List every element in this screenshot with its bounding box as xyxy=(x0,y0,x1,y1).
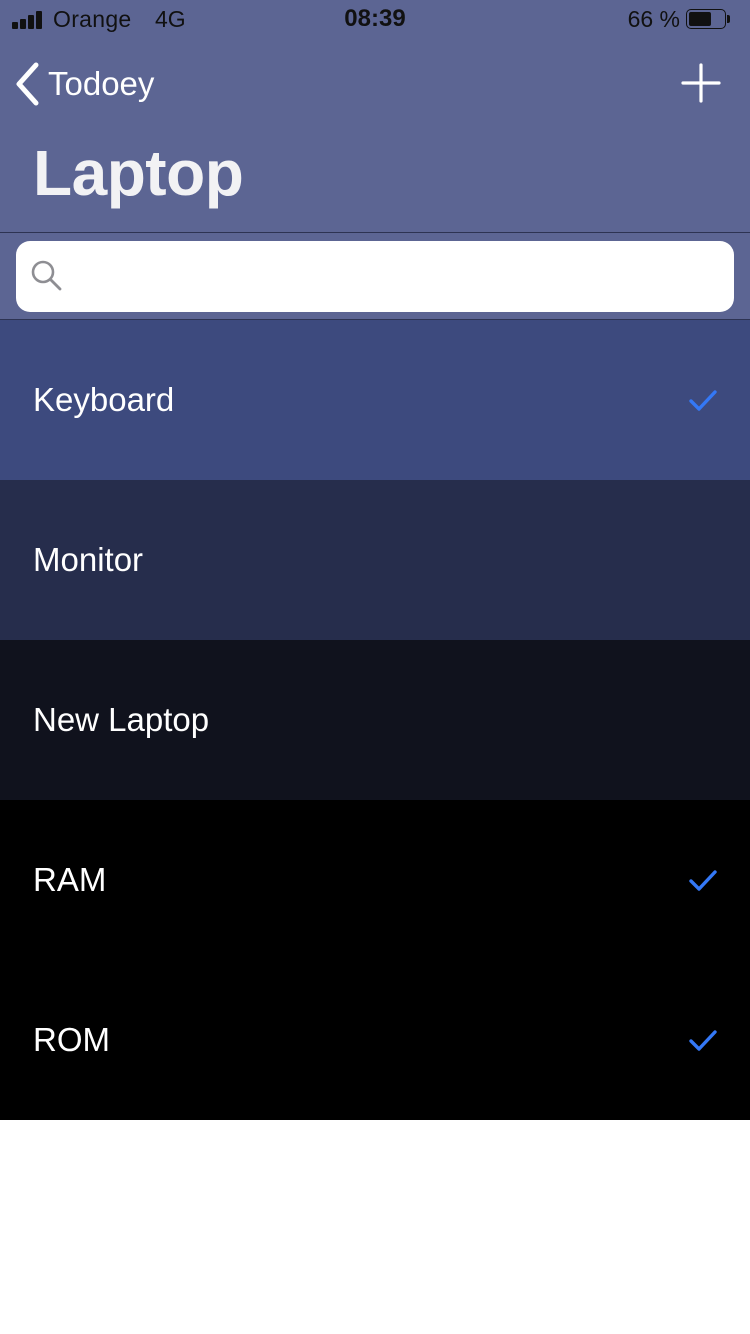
chevron-left-icon xyxy=(16,62,39,106)
page-title: Laptop xyxy=(33,137,244,209)
battery-percentage: 66 % xyxy=(627,6,680,32)
list-item-label: RAM xyxy=(33,861,107,898)
add-item-button[interactable] xyxy=(678,60,724,106)
screen: Orange 4G 08:39 66 % Todoey Laptop Keybo… xyxy=(0,0,750,1334)
empty-area xyxy=(0,1120,750,1334)
list-item-label: ROM xyxy=(33,1021,110,1058)
todo-list: Keyboard Monitor New Laptop RAM ROM xyxy=(0,320,750,1120)
list-item[interactable]: Keyboard xyxy=(0,320,750,480)
list-item-label: Keyboard xyxy=(33,381,175,418)
status-bar: Orange 4G 08:39 66 % xyxy=(0,0,750,40)
navigation-header: Orange 4G 08:39 66 % Todoey Laptop xyxy=(0,0,750,232)
back-button-label: Todoey xyxy=(48,65,155,102)
checkmark-icon xyxy=(689,1030,717,1051)
checkmark-icon xyxy=(689,390,717,411)
list-item[interactable]: Monitor xyxy=(0,480,750,640)
plus-icon xyxy=(681,63,721,103)
battery-icon xyxy=(686,9,730,31)
list-item[interactable]: New Laptop xyxy=(0,640,750,800)
list-item-label: New Laptop xyxy=(33,701,210,738)
list-item[interactable]: RAM xyxy=(0,800,750,960)
search-bar xyxy=(0,232,750,320)
list-item[interactable]: ROM xyxy=(0,960,750,1120)
back-button[interactable]: Todoey xyxy=(14,60,154,108)
checkmark-icon xyxy=(689,870,717,891)
list-item-label: Monitor xyxy=(33,541,144,578)
search-input[interactable] xyxy=(16,241,734,312)
